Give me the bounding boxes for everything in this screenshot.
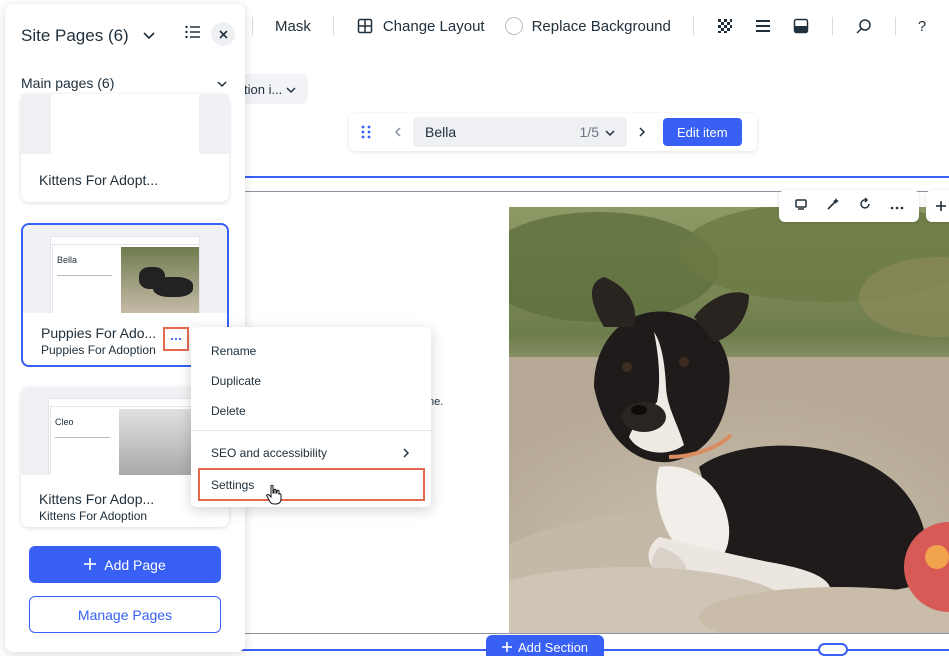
current-item-name: Bella (425, 124, 457, 140)
main-pages-label: Main pages (6) (21, 75, 115, 91)
item-select[interactable]: Bella 1/5 (413, 117, 627, 147)
toolbar-divider (894, 17, 896, 35)
animation-button[interactable] (845, 17, 883, 35)
page-subtitle: Kittens For Adoption (39, 509, 148, 523)
replace-background-label: Replace Background (531, 17, 671, 35)
chevron-down-icon[interactable] (143, 27, 155, 45)
toolbar-divider (831, 17, 833, 35)
section-resize-handle[interactable] (818, 643, 848, 656)
collection-navigator: Bella 1/5 Edit item (349, 113, 757, 151)
image-toolbar (779, 190, 919, 222)
design-button[interactable] (782, 17, 820, 35)
menu-divider (191, 430, 431, 431)
crop-icon[interactable] (794, 197, 808, 216)
menu-item-seo[interactable]: SEO and accessibility (211, 446, 327, 460)
settings-highlight-box (198, 468, 425, 501)
list-view-icon[interactable] (185, 25, 201, 44)
section-border (240, 176, 949, 178)
pattern-button[interactable] (706, 17, 744, 35)
more-options-icon[interactable] (890, 197, 904, 215)
replace-background-button[interactable]: Replace Background (495, 17, 681, 35)
page-preview: Bella (23, 225, 227, 313)
page-name: Kittens For Adopt... (39, 172, 159, 188)
magic-wand-icon[interactable] (826, 197, 840, 216)
toolbar-divider (332, 17, 334, 35)
mask-label: Mask (275, 17, 311, 35)
puppy-image[interactable] (509, 207, 949, 633)
preview-title: Cleo (55, 417, 74, 427)
main-pages-header[interactable]: Main pages (6) (21, 75, 227, 91)
page-more-options-icon[interactable] (163, 327, 189, 351)
top-toolbar: Mask Change Layout Replace Background ? (240, 0, 949, 52)
next-item-icon[interactable] (627, 124, 657, 140)
rotate-icon[interactable] (858, 196, 872, 216)
half-fill-icon (792, 17, 810, 35)
page-subtitle: Puppies For Adoption (41, 343, 156, 357)
chip-label: tion i... (244, 81, 283, 97)
align-button[interactable] (744, 17, 782, 35)
panel-header: Site Pages (6) (21, 26, 155, 46)
page-name: Puppies For Ado... (41, 325, 157, 341)
help-label: ? (917, 17, 927, 35)
lines-icon (754, 17, 772, 35)
menu-item-delete[interactable]: Delete (211, 404, 246, 418)
menu-item-duplicate[interactable]: Duplicate (211, 374, 261, 388)
previous-item-icon[interactable] (383, 124, 413, 140)
item-count: 1/5 (579, 124, 599, 140)
change-layout-label: Change Layout (382, 17, 485, 35)
help-button[interactable]: ? (908, 18, 936, 35)
manage-pages-button[interactable]: Manage Pages (29, 596, 221, 633)
add-page-button[interactable]: Add Page (29, 546, 221, 583)
pattern-icon (716, 17, 734, 35)
panel-title: Site Pages (6) (21, 26, 129, 45)
edit-item-button[interactable]: Edit item (663, 118, 742, 146)
chevron-down-icon (217, 75, 227, 91)
page-preview (21, 94, 229, 154)
add-element-icon[interactable] (926, 190, 949, 222)
animation-icon (855, 17, 873, 35)
add-page-label: Add Page (104, 556, 166, 573)
preview-title: Bella (57, 255, 78, 265)
mask-button[interactable]: Mask (265, 18, 321, 35)
background-swatch-icon (504, 17, 523, 35)
chevron-right-icon (403, 445, 410, 463)
section-guide (240, 633, 949, 634)
toolbar-divider (692, 17, 694, 35)
add-section-label: Add Section (517, 639, 589, 655)
plus-icon (501, 640, 512, 655)
page-card[interactable]: Kittens For Adopt... (21, 94, 229, 202)
panel-actions (185, 22, 235, 46)
chevron-down-icon (286, 82, 296, 97)
page-name: Kittens For Adop... (39, 491, 155, 507)
add-section-button[interactable]: Add Section (486, 635, 604, 656)
chevron-down-icon (605, 124, 615, 140)
menu-item-rename[interactable]: Rename (211, 344, 256, 358)
close-icon[interactable] (211, 22, 235, 46)
layout-icon (356, 17, 374, 35)
toolbar-divider (252, 17, 253, 35)
change-layout-button[interactable]: Change Layout (346, 17, 495, 35)
drag-handle-icon[interactable] (349, 125, 383, 139)
plus-icon (84, 557, 97, 573)
hand-cursor-icon (266, 484, 282, 510)
